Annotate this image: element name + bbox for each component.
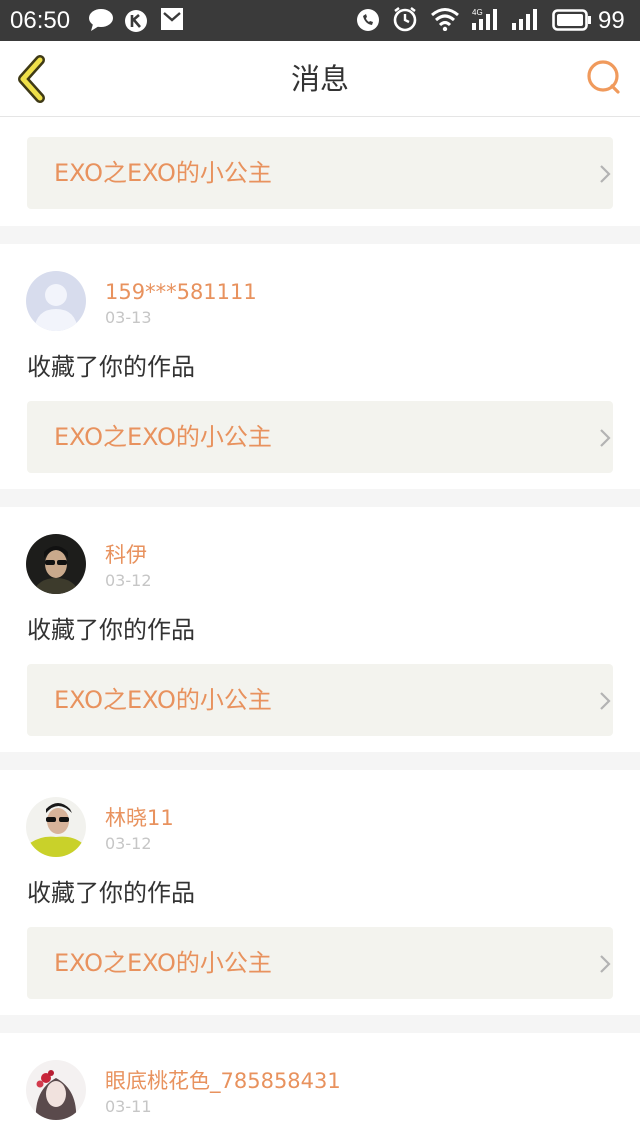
- work-title: EXO之EXO的小公主: [54, 423, 272, 451]
- work-link[interactable]: EXO之EXO的小公主: [27, 137, 613, 209]
- chevron-right-icon: [600, 955, 611, 973]
- work-title: EXO之EXO的小公主: [54, 949, 272, 977]
- message-item: 眼底桃花色_785858431 03-11: [0, 1033, 640, 1143]
- alarm-icon: [392, 6, 418, 36]
- action-text: 收藏了你的作品: [27, 879, 195, 907]
- message-date: 03-13: [105, 308, 152, 327]
- search-icon: [587, 60, 620, 94]
- chat-bubble-icon: [88, 8, 114, 36]
- search-button[interactable]: [584, 58, 624, 98]
- message-date: 03-12: [105, 834, 152, 853]
- message-date: 03-12: [105, 571, 152, 590]
- user-avatar[interactable]: [26, 797, 86, 857]
- k-app-icon: [124, 9, 148, 37]
- battery-icon: [552, 9, 592, 35]
- work-link[interactable]: EXO之EXO的小公主: [27, 401, 613, 473]
- nav-bar: 消息: [0, 41, 640, 117]
- mail-icon: [160, 7, 184, 35]
- signal-icon: [510, 7, 540, 35]
- message-item: EXO之EXO的小公主: [0, 117, 640, 226]
- page-title: 消息: [290, 62, 349, 96]
- message-date: 03-11: [105, 1097, 152, 1116]
- username[interactable]: 科伊: [105, 542, 147, 568]
- message-item: 林晓11 03-12 收藏了你的作品 EXO之EXO的小公主: [0, 770, 640, 1015]
- status-time: 06:50: [10, 7, 71, 34]
- username[interactable]: 眼底桃花色_785858431: [105, 1068, 341, 1094]
- status-bar: 06:50 4G 99: [0, 0, 640, 41]
- chevron-right-icon: [600, 165, 611, 183]
- wifi-icon: [430, 7, 460, 35]
- 4g-signal-icon: 4G: [470, 7, 500, 35]
- work-title: EXO之EXO的小公主: [54, 686, 272, 714]
- action-text: 收藏了你的作品: [27, 616, 195, 644]
- user-avatar[interactable]: [26, 1060, 86, 1120]
- battery-level: 99: [598, 7, 625, 34]
- chevron-right-icon: [600, 692, 611, 710]
- action-text: 收藏了你的作品: [27, 353, 195, 381]
- work-link[interactable]: EXO之EXO的小公主: [27, 664, 613, 736]
- message-item: 159***581111 03-13 收藏了你的作品 EXO之EXO的小公主: [0, 244, 640, 489]
- message-item: 科伊 03-12 收藏了你的作品 EXO之EXO的小公主: [0, 507, 640, 752]
- user-avatar[interactable]: [26, 271, 86, 331]
- phone-icon: [356, 8, 380, 36]
- svg-text:4G: 4G: [472, 8, 483, 17]
- chevron-right-icon: [600, 429, 611, 447]
- user-avatar[interactable]: [26, 534, 86, 594]
- username[interactable]: 159***581111: [105, 279, 257, 305]
- username[interactable]: 林晓11: [105, 805, 174, 831]
- work-link[interactable]: EXO之EXO的小公主: [27, 927, 613, 999]
- message-list: EXO之EXO的小公主 159***581111 03-13 收藏了你的作品 E…: [0, 117, 640, 1143]
- work-title: EXO之EXO的小公主: [54, 159, 272, 187]
